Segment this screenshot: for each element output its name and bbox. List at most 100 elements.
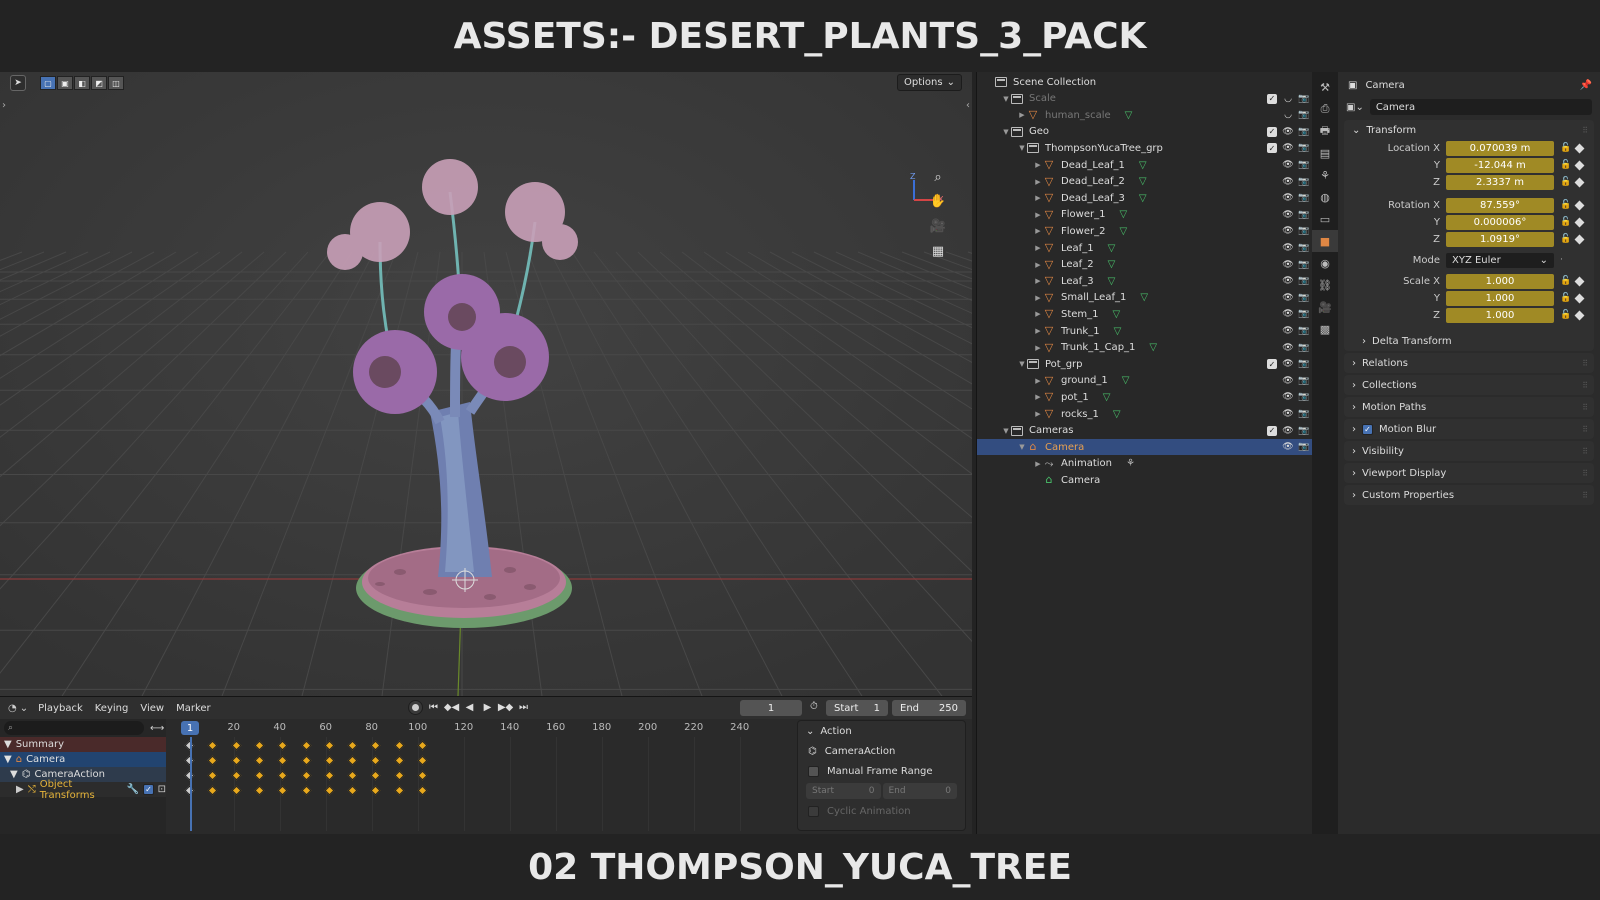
render-camera-icon[interactable]: 📷: [1298, 177, 1309, 187]
unlock-icon[interactable]: 🔓: [1560, 276, 1571, 286]
scale-value-field[interactable]: 1.000: [1446, 273, 1554, 289]
pin-icon[interactable]: 📌: [1580, 80, 1592, 91]
camera-view-icon[interactable]: 🎥: [926, 215, 950, 237]
manual-frame-range-row[interactable]: Manual Frame Range: [798, 761, 965, 781]
select-mode-subtract-icon[interactable]: ◧: [74, 76, 90, 90]
keyframe-diamond-icon[interactable]: [1574, 293, 1585, 303]
eye-icon[interactable]: 👁: [1282, 127, 1293, 137]
keyframe-area[interactable]: [176, 737, 772, 831]
render-camera-icon[interactable]: 📷: [1298, 127, 1309, 137]
keyframe[interactable]: [394, 770, 405, 781]
mesh-data-icon[interactable]: ▽: [1139, 160, 1147, 171]
record-button[interactable]: [408, 700, 423, 715]
render-camera-icon[interactable]: 📷: [1298, 143, 1309, 153]
playback-menu[interactable]: Playback: [38, 703, 83, 714]
outliner-row[interactable]: ▶ ▽ Trunk_1 ▽ 👁 📷: [977, 323, 1313, 339]
exclude-checkbox[interactable]: ✓: [1267, 126, 1277, 137]
rotation-value-field[interactable]: 0.000006°: [1446, 214, 1554, 230]
select-mode-intersect-icon[interactable]: ◫: [108, 76, 124, 90]
action-panel-header[interactable]: ⌄ Action: [798, 721, 965, 741]
current-frame-field[interactable]: 1: [740, 700, 802, 716]
keyframe[interactable]: [417, 785, 428, 796]
drag-grip-icon[interactable]: ⠿: [1582, 381, 1588, 390]
keyframe[interactable]: [301, 740, 311, 751]
drag-grip-icon[interactable]: ⠿: [1582, 403, 1588, 412]
eye-icon[interactable]: 👁: [1282, 343, 1293, 353]
output-tab-icon[interactable]: 🖶: [1312, 120, 1338, 142]
keyframe[interactable]: [394, 785, 405, 796]
jump-start-icon[interactable]: ⏮: [426, 700, 441, 715]
mesh-data-icon[interactable]: ▽: [1140, 292, 1148, 303]
channel-summary[interactable]: ▼ Summary: [0, 737, 166, 752]
panel-header-relations[interactable]: › Relations ⠿: [1344, 353, 1594, 373]
disclosure-triangle-icon[interactable]: ▶: [1033, 261, 1043, 269]
eye-icon[interactable]: ◡: [1283, 94, 1293, 104]
drag-grip-icon[interactable]: ⠿: [1582, 359, 1588, 368]
outliner-row[interactable]: ▼ ThompsonYucaTree_grp ✓ 👁 📷: [977, 140, 1313, 156]
outliner-row[interactable]: ▶ ▽ Dead_Leaf_3 ▽ 👁 📷: [977, 190, 1313, 206]
keyframe-diamond-icon[interactable]: [1574, 177, 1585, 187]
channel-search-input[interactable]: ⌕: [4, 721, 144, 735]
keyframe[interactable]: [394, 740, 405, 751]
disclosure-triangle-icon[interactable]: ▶: [1033, 410, 1043, 418]
exclude-checkbox[interactable]: ✓: [1267, 425, 1277, 436]
keyframe[interactable]: [254, 785, 265, 796]
render-camera-icon[interactable]: 📷: [1298, 160, 1309, 170]
mesh-data-icon[interactable]: ▽: [1125, 110, 1133, 121]
render-camera-icon[interactable]: 📷: [1298, 343, 1309, 353]
frame-end-field[interactable]: End 250: [892, 700, 966, 716]
panel-header-motion-paths[interactable]: › Motion Paths ⠿: [1344, 397, 1594, 417]
action-name-row[interactable]: ⌬ CameraAction: [798, 741, 965, 761]
disclosure-triangle-icon[interactable]: ▶: [1033, 227, 1043, 235]
rotation-mode-select[interactable]: XYZ Euler ⌄: [1446, 252, 1554, 268]
disclosure-triangle-icon[interactable]: ▶: [1033, 211, 1043, 219]
mesh-data-icon[interactable]: ▽: [1113, 309, 1121, 320]
mesh-data-icon[interactable]: ▽: [1149, 342, 1157, 353]
keyframe[interactable]: [254, 740, 265, 751]
disclosure-triangle-icon[interactable]: ▶: [1033, 161, 1043, 169]
physics-tab-icon[interactable]: ◉: [1312, 252, 1338, 274]
scene-tab-icon[interactable]: ⚘: [1312, 164, 1338, 186]
eye-icon[interactable]: 👁: [1282, 293, 1293, 303]
eye-icon[interactable]: 👁: [1282, 260, 1293, 270]
manual-frame-range-checkbox[interactable]: [808, 765, 819, 777]
mesh-data-icon[interactable]: ▽: [1103, 392, 1111, 403]
disclosure-triangle-icon[interactable]: ▼: [1001, 128, 1011, 136]
unlock-icon[interactable]: 🔓: [1560, 200, 1571, 210]
exclude-checkbox[interactable]: ✓: [1267, 93, 1277, 104]
keyframe-diamond-icon[interactable]: [1574, 160, 1585, 170]
outliner-row[interactable]: ▶ ▽ Leaf_3 ▽ 👁 📷: [977, 273, 1313, 289]
channel-camera[interactable]: ▼ ⌂ Camera: [0, 752, 166, 767]
keyframe[interactable]: [254, 755, 265, 766]
unlock-icon[interactable]: 🔓: [1560, 177, 1571, 187]
select-mode-extend-icon[interactable]: ▣: [57, 76, 73, 90]
keyframe[interactable]: [347, 770, 358, 781]
disclosure-triangle-icon[interactable]: ▶: [1033, 178, 1043, 186]
tool-tab-icon[interactable]: ⚒: [1312, 76, 1338, 98]
render-camera-icon[interactable]: 📷: [1298, 442, 1309, 452]
object-data-tab-icon[interactable]: 🎥: [1312, 296, 1338, 318]
keyframe-diamond-icon[interactable]: [1574, 234, 1585, 244]
prev-keyframe-icon[interactable]: ◆◀: [444, 700, 459, 715]
swap-arrows-icon[interactable]: ⟷: [150, 723, 164, 734]
drag-grip-icon[interactable]: ⠿: [1582, 447, 1588, 456]
editor-type-dropdown[interactable]: ◔ ⌄: [8, 703, 28, 714]
render-camera-icon[interactable]: 📷: [1298, 110, 1309, 120]
constraints-tab-icon[interactable]: ⛓: [1312, 274, 1338, 296]
disclosure-triangle-icon[interactable]: ▶: [1033, 377, 1043, 385]
keyframe[interactable]: [417, 755, 428, 766]
render-camera-icon[interactable]: 📷: [1298, 293, 1309, 303]
outliner-row[interactable]: ▶ ▽ human_scale ▽ ◡ 📷: [977, 107, 1313, 123]
outliner-row[interactable]: ⌂ Camera: [977, 472, 1313, 488]
mesh-data-icon[interactable]: ▽: [1114, 326, 1122, 337]
channel-object-transforms[interactable]: ▶ ⤭ Object Transforms 🔧 ✓ ⊡: [0, 779, 166, 801]
outliner-row[interactable]: ▶ ▽ Leaf_1 ▽ 👁 📷: [977, 240, 1313, 256]
pan-hand-icon[interactable]: ✋: [926, 190, 950, 212]
play-reverse-icon[interactable]: ◀: [462, 700, 477, 715]
eye-icon[interactable]: 👁: [1282, 309, 1293, 319]
outliner-row[interactable]: ▶ ▽ Small_Leaf_1 ▽ 👁 📷: [977, 290, 1313, 306]
mesh-data-icon[interactable]: ▽: [1108, 276, 1116, 287]
select-mode-new-icon[interactable]: ▢: [40, 76, 56, 90]
disclosure-triangle-icon[interactable]: ▼: [1017, 443, 1027, 451]
rotation-value-field[interactable]: 87.559°: [1446, 197, 1554, 213]
